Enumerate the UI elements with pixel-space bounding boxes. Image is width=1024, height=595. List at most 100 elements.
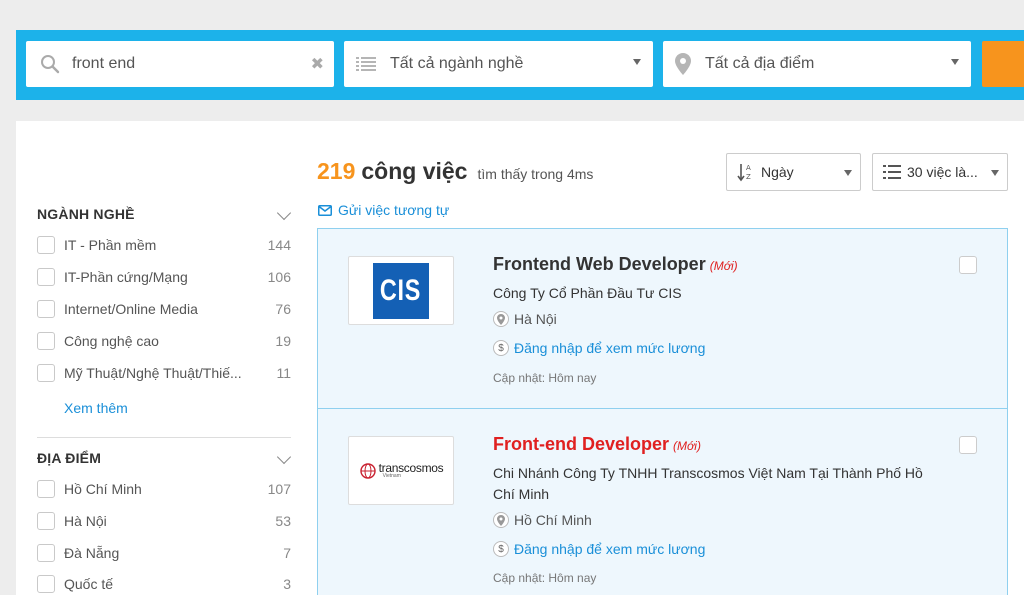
filter-count: 3 xyxy=(283,576,291,592)
filter-count: 76 xyxy=(275,301,291,317)
job-title-text: Front-end Developer xyxy=(493,434,670,454)
job-card[interactable]: CIS Frontend Web Developer (Mới) Công Ty … xyxy=(317,228,1008,409)
checkbox[interactable] xyxy=(37,332,55,350)
caret-down-icon xyxy=(633,59,641,65)
filter-label: Hà Nội xyxy=(64,513,107,529)
filter-item-location[interactable]: Hồ Chí Minh 107 xyxy=(37,478,291,500)
divider xyxy=(37,437,291,438)
job-title[interactable]: Frontend Web Developer (Mới) xyxy=(493,254,738,275)
map-pin-icon xyxy=(493,512,509,528)
job-title[interactable]: Front-end Developer (Mới) xyxy=(493,434,701,455)
numbered-list-icon xyxy=(883,163,901,181)
clear-icon[interactable]: ✖ xyxy=(311,54,324,74)
salary-text: Đăng nhập để xem mức lương xyxy=(514,541,706,557)
checkbox[interactable] xyxy=(37,575,55,593)
filter-item-location[interactable]: Đà Nẵng 7 xyxy=(37,542,291,564)
job-location: Hà Nội xyxy=(493,311,557,327)
chevron-down-icon xyxy=(276,449,292,465)
updated-date: Cập nhật: Hôm nay xyxy=(493,571,597,585)
updated-date: Cập nhật: Hôm nay xyxy=(493,371,597,385)
per-page-dropdown[interactable]: 30 việc là... xyxy=(872,153,1008,191)
caret-down-icon xyxy=(991,170,999,176)
location-filter-heading[interactable]: ĐỊA ĐIỂM xyxy=(37,449,292,466)
filter-item-industry[interactable]: Mỹ Thuật/Nghệ Thuật/Thiế... 11 xyxy=(37,362,291,384)
filter-label: IT - Phần mềm xyxy=(64,237,157,253)
company-name[interactable]: Chi Nhánh Công Ty TNHH Transcosmos Việt … xyxy=(493,463,948,505)
filter-label: Đà Nẵng xyxy=(64,545,120,561)
job-title-text: Frontend Web Developer xyxy=(493,254,706,274)
result-label: công việc xyxy=(361,158,468,184)
chevron-down-icon xyxy=(276,205,292,221)
checkbox[interactable] xyxy=(37,544,55,562)
location-select[interactable]: Tất cả địa điểm xyxy=(663,41,971,87)
filter-label: Công nghệ cao xyxy=(64,333,159,349)
filter-count: 107 xyxy=(267,481,291,497)
company-logo[interactable]: transcosmos Vietnam xyxy=(348,436,454,505)
filter-item-location[interactable]: Quốc tế 3 xyxy=(37,573,291,595)
search-icon xyxy=(40,54,60,74)
industry-value: Tất cả ngành nghề xyxy=(390,55,524,72)
new-badge: (Mới) xyxy=(673,439,701,453)
filter-count: 106 xyxy=(267,269,291,285)
globe-icon xyxy=(359,462,376,479)
job-location: Hồ Chí Minh xyxy=(493,512,592,528)
map-pin-icon xyxy=(493,311,509,327)
logo-subtext: Vietnam xyxy=(382,473,401,479)
filter-item-industry[interactable]: Công nghệ cao 19 xyxy=(37,330,291,352)
filter-item-industry[interactable]: Internet/Online Media 76 xyxy=(37,298,291,320)
svg-text:A: A xyxy=(746,164,751,172)
subscribe-label: Gửi việc tương tự xyxy=(338,202,450,218)
industry-filter-heading[interactable]: NGÀNH NGHỀ xyxy=(37,205,292,222)
filter-count: 144 xyxy=(267,237,291,253)
checkbox[interactable] xyxy=(37,268,55,286)
filter-count: 7 xyxy=(283,545,291,561)
filter-label: IT-Phần cứng/Mạng xyxy=(64,269,188,285)
filter-item-industry[interactable]: IT - Phần mềm 144 xyxy=(37,234,291,256)
company-logo[interactable]: CIS xyxy=(348,256,454,325)
svg-text:Z: Z xyxy=(746,173,751,181)
location-heading-label: ĐỊA ĐIỂM xyxy=(37,450,102,466)
location-text: Hà Nội xyxy=(514,311,557,327)
company-name[interactable]: Công Ty Cổ Phần Đầu Tư CIS xyxy=(493,283,948,304)
transcosmos-logo: transcosmos Vietnam xyxy=(359,462,444,480)
location-value: Tất cả địa điểm xyxy=(705,55,815,72)
list-icon xyxy=(356,56,376,72)
dollar-icon: $ xyxy=(493,340,509,356)
sort-az-icon: AZ xyxy=(737,162,755,182)
filter-item-location[interactable]: Hà Nội 53 xyxy=(37,510,291,532)
save-job-checkbox[interactable] xyxy=(959,436,977,454)
caret-down-icon xyxy=(951,59,959,65)
sort-dropdown[interactable]: AZ Ngày xyxy=(726,153,861,191)
industry-heading-label: NGÀNH NGHỀ xyxy=(37,206,135,222)
per-page-label: 30 việc là... xyxy=(907,164,978,180)
dollar-icon: $ xyxy=(493,541,509,557)
subscribe-link[interactable]: Gửi việc tương tự xyxy=(318,202,449,218)
show-more-link[interactable]: Xem thêm xyxy=(64,400,128,416)
filter-count: 53 xyxy=(275,513,291,529)
checkbox[interactable] xyxy=(37,364,55,382)
mail-icon xyxy=(318,204,332,216)
result-number: 219 xyxy=(317,158,356,184)
save-job-checkbox[interactable] xyxy=(959,256,977,274)
job-salary[interactable]: $ Đăng nhập để xem mức lương xyxy=(493,340,705,356)
job-card[interactable]: transcosmos Vietnam Front-end Developer(… xyxy=(317,408,1008,595)
checkbox[interactable] xyxy=(37,512,55,530)
checkbox[interactable] xyxy=(37,480,55,498)
industry-select[interactable]: Tất cả ngành nghề xyxy=(344,41,653,87)
filter-item-industry[interactable]: IT-Phần cứng/Mạng 106 xyxy=(37,266,291,288)
filter-count: 19 xyxy=(275,333,291,349)
caret-down-icon xyxy=(844,170,852,176)
filter-label: Mỹ Thuật/Nghệ Thuật/Thiế... xyxy=(64,365,242,381)
cis-logo: CIS xyxy=(373,262,429,319)
map-pin-icon xyxy=(675,53,691,75)
job-salary[interactable]: $ Đăng nhập để xem mức lương xyxy=(493,541,705,557)
search-button[interactable] xyxy=(982,41,1024,87)
keyword-value: front end xyxy=(72,55,136,72)
search-bar: front end ✖ Tất cả ngành nghề Tất cả địa… xyxy=(16,30,1024,100)
checkbox[interactable] xyxy=(37,236,55,254)
new-badge: (Mới) xyxy=(709,259,738,273)
logo-text: CIS xyxy=(380,273,422,307)
keyword-input[interactable]: front end ✖ xyxy=(26,41,334,87)
salary-text: Đăng nhập để xem mức lương xyxy=(514,340,706,356)
checkbox[interactable] xyxy=(37,300,55,318)
